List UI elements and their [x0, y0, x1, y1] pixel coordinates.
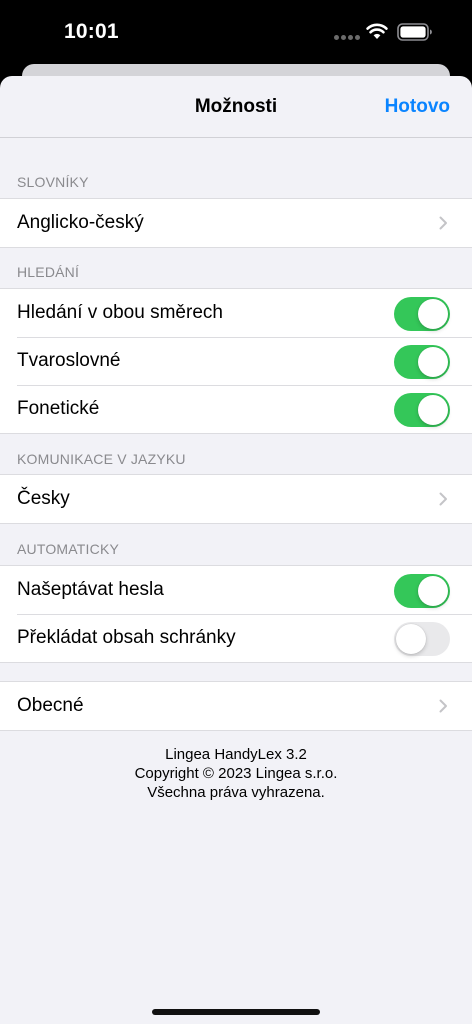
navigation-bar: Možnosti Hotovo: [0, 76, 472, 138]
group-automatic: Našeptávat hesla Překládat obsah schránk…: [0, 565, 472, 663]
section-header-automatic: AUTOMATICKY: [17, 541, 120, 557]
row-suggest-words: Našeptávat hesla: [0, 566, 472, 614]
cellular-signal-icon: [334, 35, 360, 41]
toggle-knob: [418, 395, 448, 425]
toggle-knob: [418, 299, 448, 329]
row-language[interactable]: Česky: [0, 475, 472, 523]
toggle-translate-clipboard[interactable]: [394, 622, 450, 656]
toggle-search-both-directions[interactable]: [394, 297, 450, 331]
options-sheet: Možnosti Hotovo SLOVNÍKY Anglicko-český …: [0, 76, 472, 1024]
group-language: Česky: [0, 474, 472, 524]
row-phonetic: Fonetické: [0, 385, 472, 433]
row-search-both-directions: Hledání v obou směrech: [0, 289, 472, 337]
done-button[interactable]: Hotovo: [385, 96, 450, 118]
row-label: Obecné: [17, 695, 84, 716]
group-dictionaries: Anglicko-český: [0, 198, 472, 248]
toggle-knob: [418, 347, 448, 377]
row-translate-clipboard: Překládat obsah schránky: [0, 614, 472, 662]
group-search: Hledání v obou směrech Tvaroslovné Fonet…: [0, 288, 472, 434]
chevron-right-icon: [439, 216, 447, 230]
toggle-morphological[interactable]: [394, 345, 450, 379]
toggle-phonetic[interactable]: [394, 393, 450, 427]
row-dictionary[interactable]: Anglicko-český: [0, 199, 472, 247]
row-label: Fonetické: [17, 398, 100, 419]
wifi-icon: [366, 23, 388, 39]
rights-notice: Všechna práva vyhrazena.: [147, 784, 325, 801]
row-label: Překládat obsah schránky: [17, 627, 236, 648]
row-morphological: Tvaroslovné: [0, 337, 472, 385]
copyright: Copyright © 2023 Lingea s.r.o.: [134, 765, 338, 782]
section-header-search: HLEDÁNÍ: [17, 264, 80, 280]
section-header-language: KOMUNIKACE V JAZYKU: [17, 451, 186, 467]
chevron-right-icon: [439, 699, 447, 713]
row-label: Tvaroslovné: [17, 350, 121, 371]
toggle-knob: [418, 576, 448, 606]
status-bar: 10:01: [0, 0, 472, 66]
app-version: Lingea HandyLex 3.2: [165, 746, 307, 763]
row-label: Našeptávat hesla: [17, 579, 164, 600]
section-header-dictionaries: SLOVNÍKY: [17, 174, 89, 190]
battery-icon: [397, 23, 432, 41]
chevron-right-icon: [439, 492, 447, 506]
app-info-footer: Lingea HandyLex 3.2 Copyright © 2023 Lin…: [0, 745, 472, 802]
row-label: Anglicko-český: [17, 212, 144, 233]
toggle-knob: [396, 624, 426, 654]
row-label: Hledání v obou směrech: [17, 302, 223, 323]
row-general[interactable]: Obecné: [0, 682, 472, 730]
row-label: Česky: [17, 488, 70, 509]
home-indicator[interactable]: [152, 1009, 320, 1015]
toggle-suggest-words[interactable]: [394, 574, 450, 608]
group-general: Obecné: [0, 681, 472, 731]
status-time: 10:01: [64, 20, 119, 43]
